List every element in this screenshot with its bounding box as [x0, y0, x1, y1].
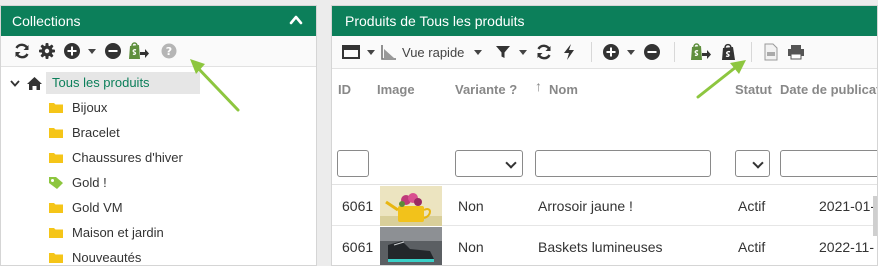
column-header-image[interactable]: Image [377, 82, 415, 97]
folder-icon [47, 201, 65, 214]
home-icon [24, 76, 44, 91]
column-header-id[interactable]: ID [338, 82, 351, 97]
collections-title: Collections [12, 13, 81, 29]
tree-item-label: Bracelet [72, 125, 120, 140]
lightning-icon[interactable] [558, 41, 580, 63]
shopify-export-icon[interactable] [127, 40, 149, 62]
shopify-icon[interactable] [718, 41, 740, 63]
variant-filter-select[interactable] [455, 150, 523, 177]
tree-item-label: Chaussures d'hiver [72, 150, 183, 165]
quick-view-label: Vue rapide [402, 44, 465, 60]
tree-item-label: Maison et jardin [72, 225, 164, 240]
collections-panel: Collections ? Tous les produits Bijoux B… [0, 5, 317, 266]
refresh-icon[interactable] [11, 40, 33, 62]
layout-icon[interactable] [340, 41, 362, 63]
folder-icon [47, 226, 65, 239]
folder-icon [47, 251, 65, 264]
chevron-down-icon[interactable] [6, 77, 24, 89]
toolbar-divider [674, 42, 676, 62]
svg-text:?: ? [166, 45, 172, 58]
toolbar-divider [751, 42, 753, 62]
quick-view-icon [381, 44, 397, 60]
cell-status: Actif [738, 198, 766, 214]
cell-variant: Non [458, 198, 484, 214]
tree-item[interactable]: Nouveautés [1, 245, 316, 265]
products-toolbar: Vue rapide [332, 36, 877, 69]
cell-date: 2021-01- [819, 198, 876, 214]
tree-item-label: Gold ! [72, 175, 107, 190]
id-filter-input[interactable] [337, 150, 369, 177]
cell-date: 2022-11- [819, 239, 875, 255]
name-filter-input[interactable] [535, 150, 711, 177]
chevron-up-icon[interactable] [288, 12, 304, 28]
filter-icon[interactable] [492, 41, 514, 63]
collections-header[interactable]: Collections [1, 6, 316, 36]
sort-arrow-icon[interactable]: ↑ [535, 78, 542, 94]
toolbar-divider [591, 42, 593, 62]
product-thumbnail-sneakers [380, 227, 442, 265]
folder-icon [47, 126, 65, 139]
cell-status: Actif [738, 239, 766, 255]
collections-tree: Tous les produits Bijoux Bracelet Chaussur… [1, 67, 316, 265]
app-root: Collections ? Tous les produits Bijoux B… [0, 0, 878, 266]
folder-icon [47, 101, 65, 114]
refresh-icon[interactable] [533, 41, 555, 63]
column-header-variant[interactable]: Variante ? [455, 82, 517, 97]
tree-item-label: Gold VM [72, 200, 123, 215]
print-icon[interactable] [785, 41, 807, 63]
shopify-export-icon[interactable] [689, 41, 712, 63]
date-filter-input[interactable] [780, 150, 877, 177]
tree-item[interactable]: Chaussures d'hiver [1, 145, 316, 170]
csv-file-icon[interactable] [760, 41, 782, 63]
cell-variant: Non [458, 239, 484, 255]
cell-name: Arrosoir jaune ! [538, 198, 633, 214]
column-header-status[interactable]: Statut [735, 82, 772, 97]
caret-down-icon[interactable] [472, 42, 484, 62]
table-row[interactable]: 6061 Non Baskets lumineuses Actif 2022-1… [332, 226, 877, 265]
remove-icon[interactable] [102, 40, 124, 62]
scrollbar[interactable] [873, 196, 877, 236]
tree-item[interactable]: Maison et jardin [1, 220, 316, 245]
products-header: Produits de Tous les produits [332, 6, 877, 36]
table-row[interactable]: 6061 Non Arrosoir jaune ! Actif 2021-01- [332, 185, 877, 226]
quick-view-button[interactable]: Vue rapide [381, 44, 464, 60]
product-thumbnail-watering-can [380, 186, 442, 226]
caret-down-icon[interactable] [625, 42, 637, 62]
cell-id: 6061 [342, 198, 374, 214]
tree-root-all-products[interactable]: Tous les produits [1, 71, 316, 95]
tree-item[interactable]: Bracelet [1, 120, 316, 145]
caret-down-icon[interactable] [517, 42, 529, 62]
tree-item[interactable]: Gold VM [1, 195, 316, 220]
help-icon[interactable]: ? [158, 40, 180, 62]
products-panel: Produits de Tous les produits Vue rapide [331, 5, 878, 266]
gear-icon[interactable] [36, 40, 58, 62]
caret-down-icon[interactable] [365, 42, 377, 62]
add-icon[interactable] [600, 41, 622, 63]
remove-icon[interactable] [641, 41, 663, 63]
tree-item[interactable]: Bijoux [1, 95, 316, 120]
status-filter-select[interactable] [735, 150, 770, 177]
collections-toolbar: ? [1, 36, 316, 67]
add-icon[interactable] [61, 40, 83, 62]
tree-root-label[interactable]: Tous les produits [46, 72, 200, 94]
caret-down-icon[interactable] [86, 41, 98, 61]
folder-icon [47, 151, 65, 164]
tree-item[interactable]: Gold ! [1, 170, 316, 195]
grid-header: ID Image Variante ? ↑ Nom Statut Date de… [332, 69, 877, 185]
column-header-publish-date[interactable]: Date de publicati [780, 82, 877, 97]
tree-item-label: Nouveautés [72, 250, 142, 265]
cell-name: Baskets lumineuses [538, 239, 663, 255]
tag-icon [47, 176, 65, 190]
products-title: Produits de Tous les produits [345, 13, 525, 29]
cell-id: 6061 [342, 239, 374, 255]
column-header-name[interactable]: Nom [549, 82, 578, 97]
tree-item-label: Bijoux [72, 100, 108, 115]
